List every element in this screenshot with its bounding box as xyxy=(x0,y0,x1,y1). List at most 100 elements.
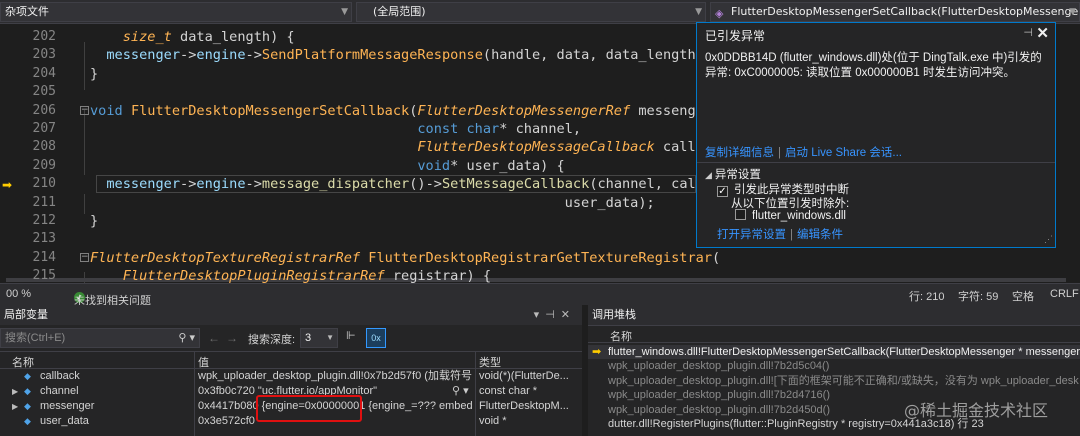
pin-icon[interactable]: ⊣ xyxy=(1023,26,1033,39)
column-name-header[interactable]: 名称 xyxy=(610,328,632,344)
frame-label: wpk_uploader_desktop_plugin.dll!7b2d4716… xyxy=(608,389,830,402)
line-number: 204 xyxy=(32,65,56,81)
popup-links: 复制详细信息 | 启动 Live Share 会话... xyxy=(705,144,902,160)
code-token: ()-> xyxy=(409,176,442,193)
frame-label: wpk_uploader_desktop_plugin.dll!7b2d5c04… xyxy=(608,360,830,373)
pin-column-icon[interactable]: ⊩ xyxy=(346,329,356,342)
whitespace-mode: 空格 xyxy=(1012,291,1034,303)
search-depth-label: 搜索深度: xyxy=(248,334,296,346)
expand-arrow-icon[interactable]: ▶ xyxy=(12,384,18,399)
link-separator: | xyxy=(790,229,793,241)
column-name-header[interactable]: 名称 xyxy=(12,354,34,370)
var-name: callback xyxy=(40,370,80,382)
dll-exception-checkbox[interactable] xyxy=(735,209,746,220)
code-token: -> xyxy=(180,176,197,193)
function-dropdown[interactable]: ◈ FlutterDesktopMessengerSetCallback(Flu… xyxy=(710,2,1080,22)
dropdown-icon[interactable]: ▾ xyxy=(534,309,546,321)
code-text: messenger->engine->SendPlatformMessageRe… xyxy=(90,46,712,64)
live-share-link[interactable]: 启动 Live Share 会话... xyxy=(785,147,902,159)
editor-status-bar: 00 % ✓ 未找到相关问题 行: 210 字符: 59 空格 CRLF xyxy=(0,283,1080,307)
exception-settings-header[interactable]: ◢ 异常设置 xyxy=(705,166,761,182)
back-arrow-icon[interactable]: ← xyxy=(208,331,220,345)
column-value-header[interactable]: 值 xyxy=(198,354,209,370)
code-token: const xyxy=(417,121,459,137)
exception-message: 0x0DDBB14D (flutter_windows.dll)处(位于 Din… xyxy=(705,52,1042,79)
variable-icon: ◆ xyxy=(24,371,31,381)
code-token: } xyxy=(90,65,99,82)
code-text: void* user_data) { xyxy=(90,157,565,175)
search-depth-select[interactable]: 3 ▼ xyxy=(300,328,338,348)
link-separator: | xyxy=(778,147,781,159)
code-line[interactable]: 214 − FlutterDesktopTextureRegistrarRef Fl… xyxy=(0,249,1080,267)
magnifier-icon[interactable]: ⚲ ▾ xyxy=(452,384,469,399)
call-stack-frame[interactable]: wpk_uploader_desktop_plugin.dll!7b2d5c04… xyxy=(588,359,1080,373)
forward-arrow-icon[interactable]: → xyxy=(226,331,238,345)
code-token: FlutterDesktopMessengerSetCallback xyxy=(130,102,410,119)
chevron-down-icon: ▼ xyxy=(1069,7,1076,17)
hex-display-icon[interactable]: 0x xyxy=(366,328,386,348)
close-icon[interactable]: ✕ xyxy=(1036,24,1049,42)
break-on-exception-checkbox[interactable]: ✓ xyxy=(717,186,728,197)
code-line[interactable]: 215 FlutterDesktopPluginRegistrarRef reg… xyxy=(0,267,1080,283)
code-token: FlutterDesktopTextureRegistrarRef xyxy=(90,249,361,266)
code-text: size_t data_length) { xyxy=(90,28,295,46)
navigation-bar: 杂项文件 ▼ (全局范围) ▼ ◈ FlutterDesktopMessenge… xyxy=(0,0,1080,24)
call-stack-frame[interactable]: wpk_uploader_desktop_plugin.dll![下面的框架可能… xyxy=(588,374,1080,388)
line-ending[interactable]: CRLF xyxy=(1050,288,1079,300)
code-text: FlutterDesktopPluginRegistrarRef registr… xyxy=(90,267,491,283)
variable-icon: ◆ xyxy=(24,386,31,396)
locals-grid-header: 名称 值 类型 xyxy=(0,351,582,369)
code-token: message_dispatcher xyxy=(261,176,410,193)
dll-exception-row: flutter_windows.dll xyxy=(735,209,846,222)
scope-dropdown-label: (全局范围) xyxy=(373,5,426,18)
zoom-level[interactable]: 00 % xyxy=(6,288,31,300)
search-placeholder: 搜索(Ctrl+E) xyxy=(5,332,66,344)
line-number: 210 xyxy=(32,176,56,192)
code-text: } xyxy=(90,65,98,83)
code-token: char xyxy=(466,121,500,137)
locals-search-input[interactable]: 搜索(Ctrl+E) ⚲ ▾ xyxy=(0,328,200,348)
open-exception-settings-link[interactable]: 打开异常设置 xyxy=(717,229,786,241)
locals-title: 局部变量 xyxy=(4,309,48,321)
search-icon[interactable]: ⚲ ▾ xyxy=(178,329,195,347)
copy-details-link[interactable]: 复制详细信息 xyxy=(705,147,774,159)
scope-dropdown[interactable]: (全局范围) ▼ xyxy=(356,2,706,22)
code-text: FlutterDesktopTextureRegistrarRef Flutte… xyxy=(90,249,720,267)
pane-controls: ▾⊣✕ xyxy=(534,305,576,325)
line-number: 215 xyxy=(32,268,56,283)
project-dropdown[interactable]: 杂项文件 ▼ xyxy=(0,2,352,22)
code-token: * user_data) { xyxy=(450,157,565,174)
var-name: channel xyxy=(40,385,79,397)
line-number: 211 xyxy=(32,194,56,210)
code-token: * channel, xyxy=(499,121,582,137)
call-stack-frame[interactable]: ➡ flutter_windows.dll!FlutterDesktopMess… xyxy=(588,345,1080,360)
code-token: engine xyxy=(196,47,246,64)
close-icon[interactable]: ✕ xyxy=(561,309,576,321)
edit-conditions-link[interactable]: 编辑条件 xyxy=(797,229,843,241)
locals-row[interactable]: ◆ callback wpk_uploader_desktop_plugin.d… xyxy=(0,369,582,384)
project-dropdown-label: 杂项文件 xyxy=(5,5,49,18)
code-token: } xyxy=(90,213,99,229)
code-text: user_data); xyxy=(90,194,655,212)
var-value[interactable]: wpk_uploader_desktop_plugin.dll!0x7b2d57… xyxy=(198,369,472,384)
code-token: FlutterDesktopMessengerRef xyxy=(417,102,631,119)
resize-grip-icon[interactable]: ⋰ xyxy=(1044,234,1053,245)
call-stack-header: 名称 xyxy=(588,325,1080,343)
code-token: SetMessageCallback xyxy=(441,176,590,193)
line-number: 206 xyxy=(32,102,56,118)
code-token: FlutterDesktopPluginRegistrarRef xyxy=(122,268,385,283)
expand-arrow-icon[interactable]: ▶ xyxy=(12,399,18,414)
pin-icon[interactable]: ⊣ xyxy=(545,309,561,321)
code-token: -> xyxy=(180,47,197,64)
var-type: void(*)(FlutterDe... xyxy=(479,370,569,382)
code-text: FlutterDesktopMessageCallback callba xyxy=(90,138,712,156)
fold-toggle-icon[interactable]: − xyxy=(80,105,89,115)
fold-toggle-icon[interactable]: − xyxy=(80,252,89,262)
column-type-header[interactable]: 类型 xyxy=(479,354,501,370)
locals-toolbar: 搜索(Ctrl+E) ⚲ ▾ ← → 搜索深度: 3 ▼ ⊩ 0x xyxy=(0,325,582,351)
